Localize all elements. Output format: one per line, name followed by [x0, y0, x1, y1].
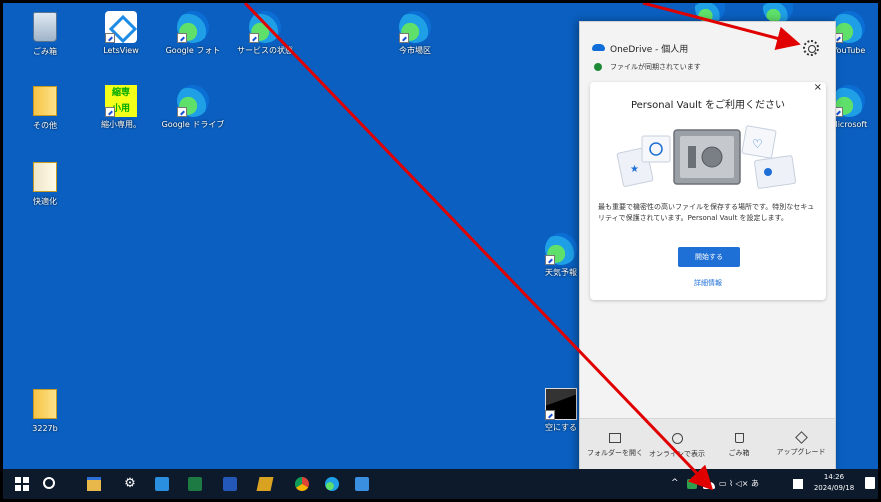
more-info-link[interactable]: 詳細情報	[590, 278, 826, 288]
letsview-shortcut[interactable]: LetsView	[89, 11, 153, 56]
vault-illustration-icon: ★ ♡	[616, 125, 797, 189]
search-icon[interactable]	[43, 477, 55, 489]
outlook-icon[interactable]	[355, 477, 369, 491]
desktop-icon-label: 縮小専用。	[101, 120, 141, 129]
vault-description: 最も重要で機密性の高いファイルを保存する場所です。特別なセキュリティで保護されて…	[598, 203, 815, 222]
svg-text:♡: ♡	[752, 137, 763, 151]
vault-card-title: Personal Vault をご利用ください	[630, 100, 786, 111]
clock-time: 14:26	[823, 473, 845, 481]
shortcut-arrow-icon	[399, 33, 409, 43]
other-folder[interactable]: その他	[13, 85, 77, 131]
diamond-icon	[794, 431, 808, 444]
desktop-icon-label: 快適化	[33, 197, 57, 206]
settings-gear-icon[interactable]	[803, 40, 819, 56]
google-photos-shortcut[interactable]: Google フォト	[161, 11, 225, 56]
desktop-icon-label: Google フォト	[165, 46, 221, 55]
tray-onedrive-cloud-icon[interactable]	[703, 482, 715, 489]
view-online-button[interactable]: オンラインで表示	[646, 433, 708, 459]
shukushou-shortcut[interactable]: 縮専 小用 縮小専用。	[89, 85, 153, 130]
city-office-shortcut[interactable]: 今市場区	[383, 11, 447, 56]
globe-icon	[671, 433, 683, 444]
desktop-icon-label: サービスの状態	[237, 46, 293, 55]
folder-icon	[33, 86, 57, 116]
onedrive-title: OneDrive - 個人用	[610, 45, 689, 55]
footer-label: ごみ箱	[728, 449, 750, 457]
desktop: ごみ箱 LetsView Google フォト サービスの状態 今市場区 その他…	[3, 3, 878, 477]
service-status-shortcut[interactable]: サービスの状態	[233, 11, 297, 56]
open-folder-button[interactable]: フォルダーを開く	[584, 433, 646, 458]
recycle-bin-icon	[33, 12, 57, 42]
folder-3227b[interactable]: 3227b	[13, 388, 77, 434]
desktop-icon-label: LetsView	[103, 46, 139, 55]
taskbar-clock[interactable]: 14:26 2024/09/18	[809, 472, 859, 494]
shortcut-arrow-icon	[177, 33, 187, 43]
recycle-bin-shortcut[interactable]: ごみ箱	[13, 11, 77, 57]
edge-icon	[763, 3, 793, 23]
notification-icon[interactable]	[865, 477, 875, 489]
shortcut-arrow-icon	[105, 33, 115, 43]
chrome-icon[interactable]	[295, 477, 309, 491]
google-drive-shortcut[interactable]: Google ドライブ	[161, 85, 225, 130]
sync-status: ファイルが同期されています	[610, 63, 701, 71]
shortcut-arrow-icon	[249, 33, 259, 43]
flyout-footer: フォルダーを開く オンラインで表示 ごみ箱 アップグレード	[580, 418, 835, 476]
shortcut-arrow-icon	[545, 255, 555, 265]
footer-label: フォルダーを開く	[587, 449, 643, 457]
word-icon[interactable]	[223, 477, 237, 491]
shortcut-arrow-icon	[105, 107, 115, 117]
clock-date: 2024/09/18	[813, 484, 855, 492]
edge-icon	[695, 3, 725, 23]
footer-label: アップグレード	[776, 448, 826, 456]
folder-outline-icon	[609, 433, 621, 443]
recycle-bin-button[interactable]: ごみ箱	[708, 433, 770, 458]
file-explorer-icon[interactable]	[87, 477, 101, 491]
close-icon[interactable]: ×	[814, 82, 822, 93]
paint-icon[interactable]	[256, 477, 274, 491]
excel-icon[interactable]	[188, 477, 202, 491]
desktop-icon-label: Google ドライブ	[161, 120, 225, 129]
start-windows-icon[interactable]	[15, 477, 29, 491]
taskbar: ⚙ ^ ▭ ⌇ ◁× あ 14:26 2024/09/18	[3, 469, 878, 499]
svg-text:★: ★	[630, 164, 639, 175]
shortcut-arrow-icon	[545, 410, 555, 420]
shortcut-arrow-icon	[177, 107, 187, 117]
desktop-icon-label: 3227b	[32, 424, 58, 433]
trash-icon	[734, 433, 744, 443]
mail-icon[interactable]	[155, 477, 169, 491]
start-button[interactable]: 開始する	[678, 247, 740, 267]
desktop-icon-label: 今市場区	[399, 46, 431, 55]
desktop-icon-label: その他	[33, 121, 57, 130]
tray-security-icon[interactable]	[687, 479, 697, 489]
settings-gear-icon[interactable]: ⚙	[123, 477, 137, 491]
folder-icon	[33, 389, 57, 419]
edge-browser-icon[interactable]	[325, 477, 339, 491]
upgrade-button[interactable]: アップグレード	[770, 431, 832, 457]
onedrive-flyout: OneDrive - 個人用 ファイルが同期されています × Personal …	[579, 21, 836, 477]
tray-chevron-icon[interactable]: ^	[671, 478, 679, 488]
onedrive-cloud-icon	[592, 44, 605, 51]
sync-ok-icon	[594, 63, 602, 71]
personal-vault-card: × Personal Vault をご利用ください ★ ♡ 最も重要で機密性の高…	[590, 82, 826, 300]
desktop-icon-label: ごみ箱	[33, 47, 57, 56]
footer-label: オンラインで表示	[649, 450, 705, 458]
tray-system-icons[interactable]: ▭ ⌇ ◁× あ	[719, 478, 759, 489]
folder-icon	[33, 162, 57, 192]
tray-app-icon[interactable]	[793, 479, 803, 489]
kaiteki-folder[interactable]: 快適化	[13, 161, 77, 207]
